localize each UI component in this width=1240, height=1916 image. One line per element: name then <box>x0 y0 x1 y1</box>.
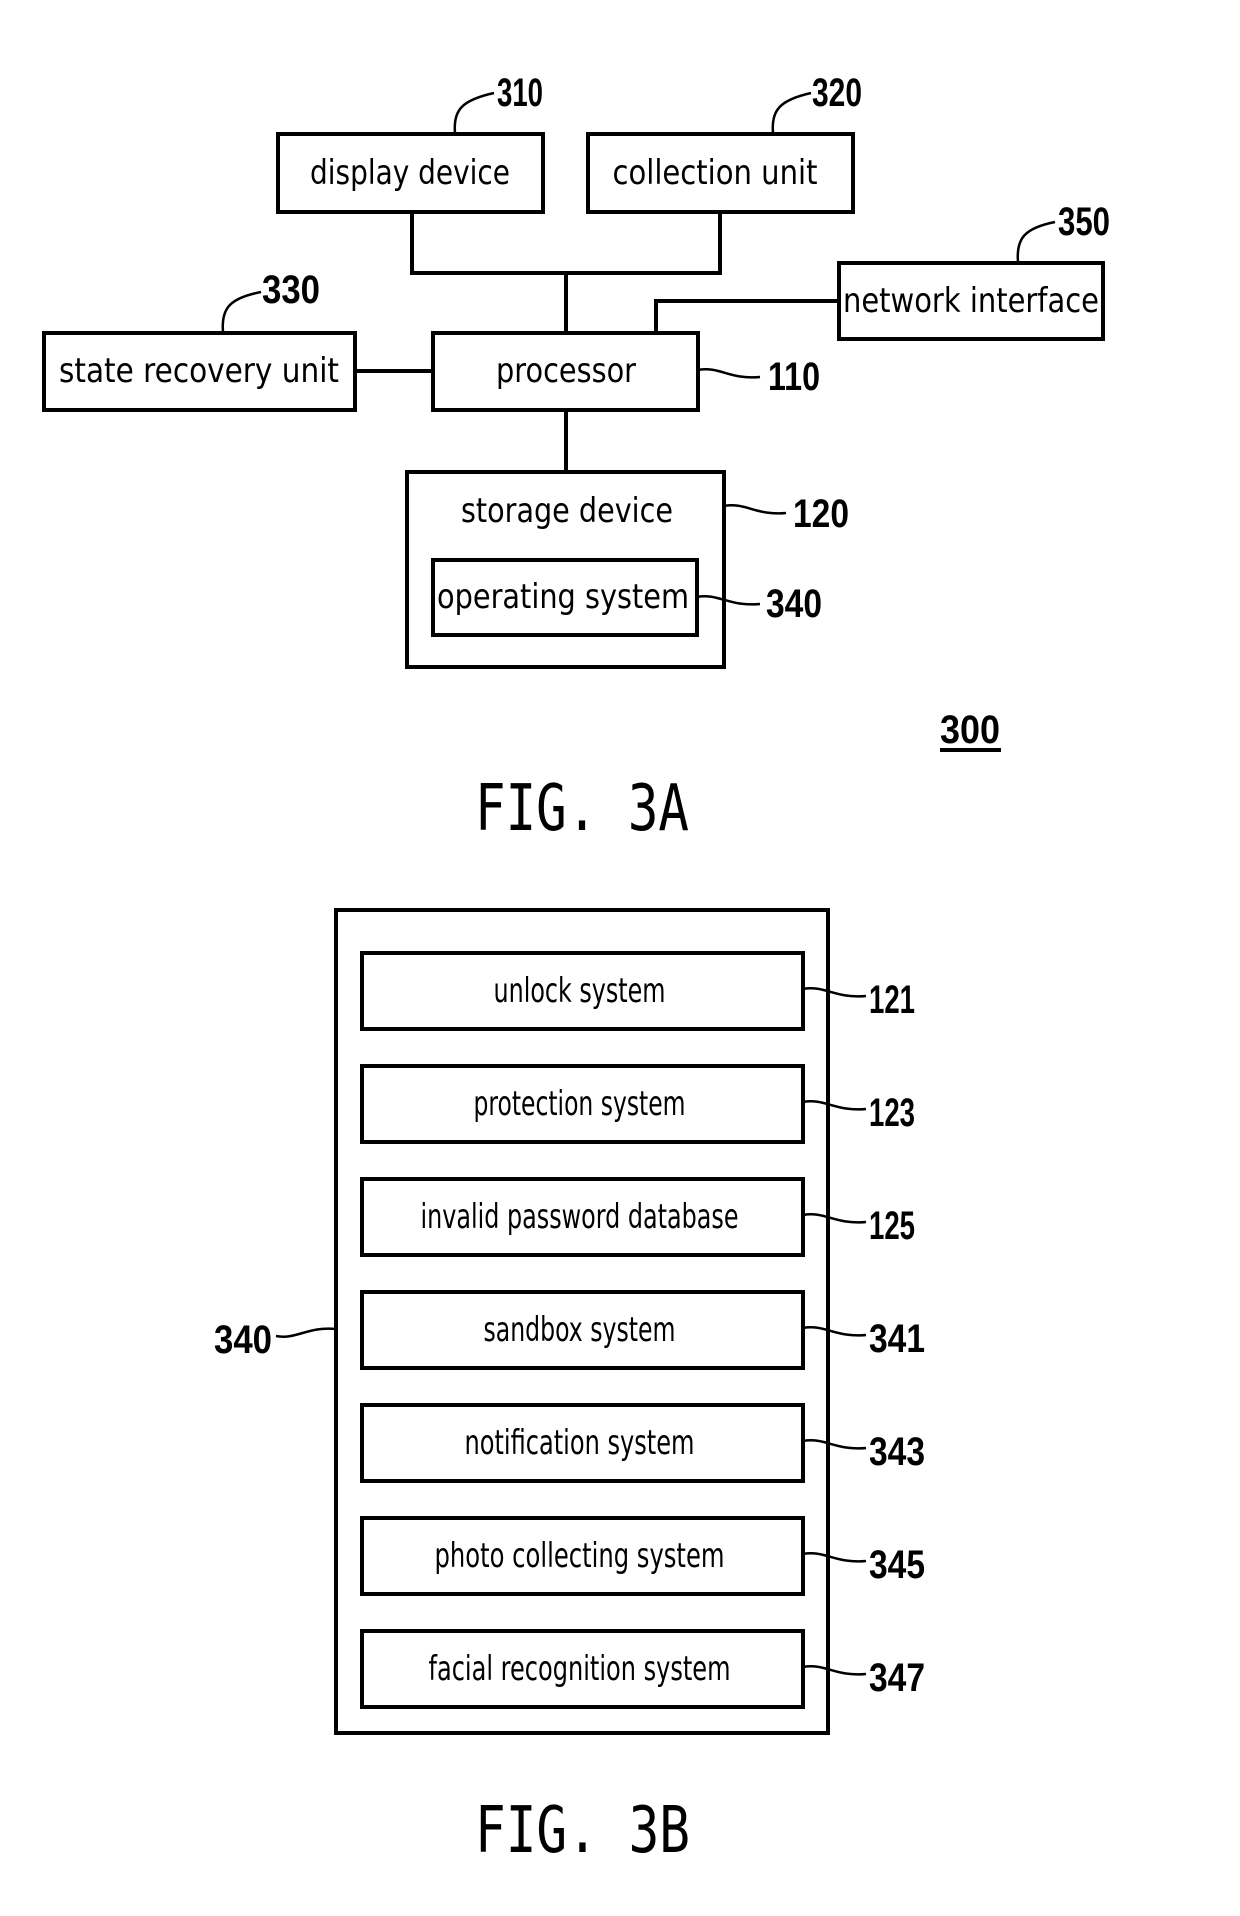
figure-3a: display device 310 collection unit 320 n… <box>42 71 1110 846</box>
processor-label: processor <box>496 351 636 391</box>
module-list: unlock system 121 protection system 123 inva… <box>360 951 925 1709</box>
module-label: sandbox system <box>484 1310 676 1350</box>
module-label: photo collecting system <box>435 1536 725 1576</box>
module-label: protection system <box>474 1084 686 1124</box>
collection-unit-label: collection unit <box>613 153 818 193</box>
state-recovery-unit-ref: 330 <box>262 268 320 312</box>
block-display-device: display device 310 <box>276 71 545 214</box>
module-item: invalid password database 125 <box>360 1177 915 1257</box>
storage-device-label: storage device <box>461 491 673 531</box>
network-interface-ref: 350 <box>1058 200 1110 244</box>
figure-3b-title: FIG. 3B <box>475 1794 690 1868</box>
container-leader <box>275 1327 337 1338</box>
module-label: facial recognition system <box>429 1649 731 1689</box>
wire-network-to-processor <box>654 299 839 333</box>
storage-device-ref: 120 <box>793 492 849 536</box>
module-ref: 123 <box>869 1091 915 1135</box>
collection-unit-ref: 320 <box>812 71 862 115</box>
module-ref: 347 <box>869 1656 925 1700</box>
state-recovery-unit-leader <box>221 290 262 333</box>
network-interface-leader <box>1016 220 1056 263</box>
display-device-ref: 310 <box>497 71 543 115</box>
module-item: sandbox system 341 <box>360 1290 925 1370</box>
processor-leader <box>697 368 761 379</box>
display-device-leader <box>453 91 495 134</box>
module-item: unlock system 121 <box>360 951 915 1031</box>
collection-unit-leader <box>771 91 812 134</box>
system-ref-number: 300 <box>940 708 1000 752</box>
module-ref: 125 <box>869 1204 915 1248</box>
figure-3b: 340 unlock system 121 protection system 123… <box>214 908 925 1868</box>
block-processor: processor 110 <box>431 331 820 412</box>
patent-diagram: display device 310 collection unit 320 n… <box>42 71 1110 1868</box>
container-ref: 340 <box>214 1318 272 1362</box>
storage-device-leader <box>723 504 787 515</box>
block-collection-unit: collection unit 320 <box>586 71 862 214</box>
module-ref: 341 <box>869 1317 925 1361</box>
network-interface-label: network interface <box>843 281 1099 321</box>
system-reference: 300 <box>940 708 1001 752</box>
module-item: facial recognition system 347 <box>360 1629 925 1709</box>
module-ref: 345 <box>869 1543 925 1587</box>
module-ref: 121 <box>869 978 915 1022</box>
module-label: notification system <box>465 1423 695 1463</box>
module-ref: 343 <box>869 1430 925 1474</box>
module-item: notification system 343 <box>360 1403 925 1483</box>
state-recovery-unit-label: state recovery unit <box>59 351 339 391</box>
operating-system-ref: 340 <box>766 582 822 626</box>
block-state-recovery-unit: state recovery unit 330 <box>42 268 357 412</box>
operating-system-label: operating system <box>437 577 689 617</box>
processor-ref: 110 <box>768 355 820 399</box>
block-storage-device: storage device 120 operating system 340 <box>405 470 849 669</box>
module-item: photo collecting system 345 <box>360 1516 925 1596</box>
block-network-interface: network interface 350 <box>837 200 1110 341</box>
module-item: protection system 123 <box>360 1064 915 1144</box>
figure-3a-title: FIG. 3A <box>475 772 689 846</box>
module-label: unlock system <box>494 971 666 1011</box>
block-operating-system: operating system 340 <box>431 558 822 637</box>
display-device-label: display device <box>310 153 510 193</box>
module-label: invalid password database <box>421 1197 739 1237</box>
